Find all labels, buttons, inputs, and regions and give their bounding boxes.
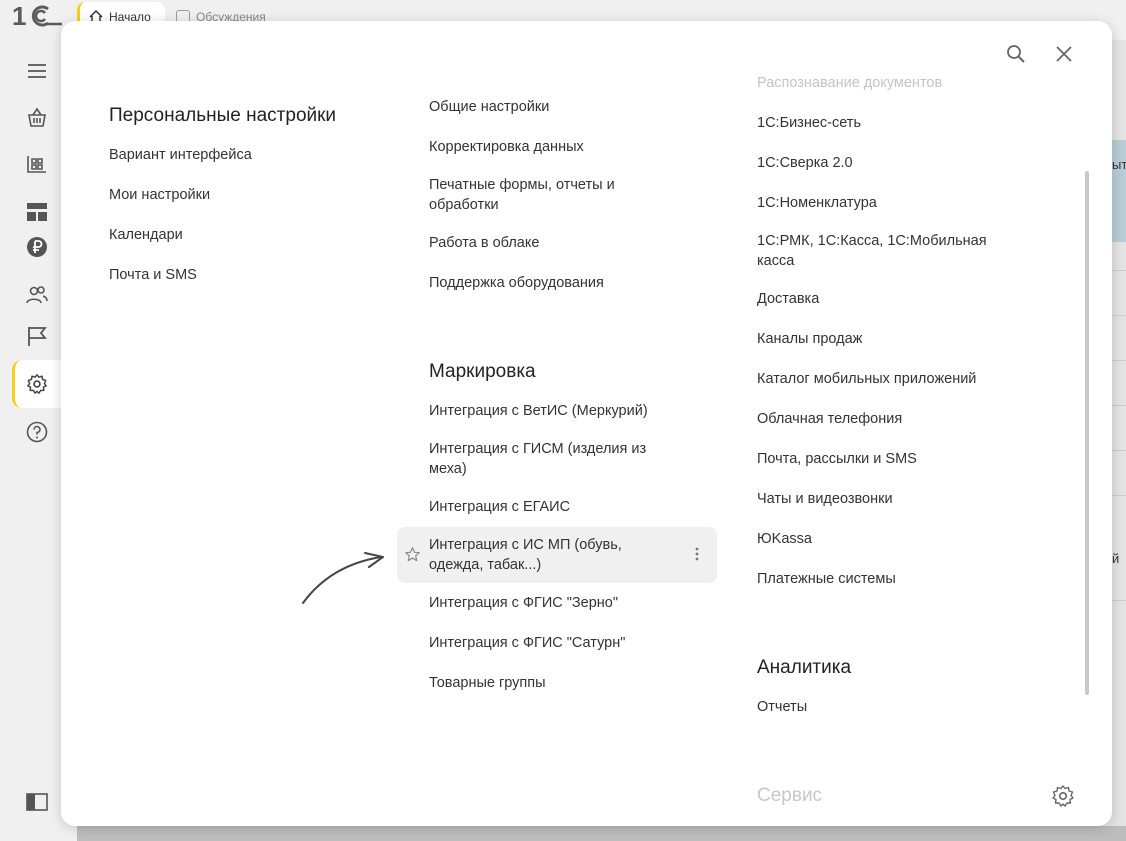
menu-item[interactable]: Корректировка данных bbox=[429, 137, 679, 157]
flag-icon[interactable] bbox=[24, 323, 50, 349]
star-icon[interactable] bbox=[404, 546, 421, 563]
menu-item[interactable]: Товарные группы bbox=[429, 673, 679, 693]
menu-item[interactable]: Платежные системы bbox=[757, 569, 1027, 589]
menu-item[interactable]: 1С:Номенклатура bbox=[757, 193, 1027, 213]
menu-item[interactable]: Работа в облаке bbox=[429, 233, 679, 253]
menu-item[interactable]: Вариант интерфейса bbox=[109, 145, 389, 165]
background-header-band bbox=[1110, 140, 1126, 242]
menu-item[interactable]: Печатные формы, отчеты и обработки bbox=[429, 175, 639, 215]
search-icon[interactable] bbox=[1003, 41, 1029, 67]
warehouse-icon[interactable] bbox=[24, 152, 50, 178]
menu-item[interactable]: Календари bbox=[109, 225, 389, 245]
menu-item[interactable]: 1С:Сверка 2.0 bbox=[757, 153, 1027, 173]
help-icon[interactable] bbox=[24, 419, 50, 445]
menu-item[interactable]: Отчеты bbox=[757, 697, 1027, 717]
menu-item[interactable]: Поддержка оборудования bbox=[429, 273, 679, 293]
menu-item[interactable]: 1С:Бизнес-сеть bbox=[757, 113, 1027, 133]
background-footer bbox=[77, 826, 1126, 841]
background-divider bbox=[1110, 495, 1126, 496]
menu-item[interactable]: Распознавание документов bbox=[757, 73, 1027, 93]
1c-logo-icon[interactable]: 1 bbox=[12, 3, 62, 29]
gear-icon[interactable] bbox=[24, 371, 50, 397]
arrow-pointer-icon bbox=[302, 552, 384, 604]
menu-item[interactable]: Интеграция с ФГИС "Сатурн" bbox=[429, 633, 679, 653]
users-icon[interactable] bbox=[24, 282, 50, 308]
background-divider bbox=[1110, 450, 1126, 451]
background-divider bbox=[1110, 315, 1126, 316]
close-icon[interactable] bbox=[1051, 41, 1077, 67]
section-heading-personal: Персональные настройки bbox=[109, 105, 337, 126]
menu-item[interactable]: Каналы продаж bbox=[757, 329, 1027, 349]
menu-item[interactable]: Мои настройки bbox=[109, 185, 389, 205]
menu-item[interactable]: 1С:РМК, 1С:Касса, 1С:Мобильная касса bbox=[757, 231, 1002, 271]
menu-item[interactable]: Интеграция с ФГИС "Зерно" bbox=[429, 593, 679, 613]
background-text-1: ыт bbox=[1112, 157, 1126, 172]
menu-item[interactable]: Общие настройки bbox=[429, 97, 679, 117]
menu-item[interactable]: Почта и SMS bbox=[109, 265, 389, 285]
menu-item[interactable]: Интеграция с ВетИС (Меркурий) bbox=[429, 401, 679, 421]
dashboard-icon[interactable] bbox=[24, 199, 50, 225]
ruble-icon[interactable] bbox=[24, 234, 50, 260]
basket-icon[interactable] bbox=[24, 105, 50, 131]
background-text-2: й bbox=[1112, 551, 1120, 566]
settings-gear-icon[interactable] bbox=[1051, 784, 1075, 808]
background-divider bbox=[1110, 600, 1126, 601]
section-heading-marking: Маркировка bbox=[429, 361, 536, 382]
menu-item[interactable]: Каталог мобильных приложений bbox=[757, 369, 1027, 389]
menu-item[interactable]: Интеграция с ЕГАИС bbox=[429, 497, 679, 517]
svg-text:1: 1 bbox=[12, 3, 26, 29]
menu-item[interactable]: Почта, рассылки и SMS bbox=[757, 449, 1027, 469]
background-divider bbox=[1110, 360, 1126, 361]
menu-item[interactable]: ЮKassa bbox=[757, 529, 1027, 549]
menu-item-hovered[interactable]: Интеграция с ИС МП (обувь, одежда, табак… bbox=[429, 535, 659, 575]
section-heading-service: Сервис bbox=[757, 785, 823, 806]
menu-item[interactable]: Облачная телефония bbox=[757, 409, 1027, 429]
background-divider bbox=[1110, 405, 1126, 406]
background-divider bbox=[1110, 270, 1126, 271]
menu-item[interactable]: Интеграция с ГИСМ (изделия из меха) bbox=[429, 439, 669, 479]
menu-item[interactable]: Доставка bbox=[757, 289, 1027, 309]
more-vertical-icon[interactable] bbox=[689, 546, 705, 562]
scrollbar[interactable] bbox=[1085, 171, 1089, 695]
menu-icon[interactable] bbox=[24, 58, 50, 84]
settings-modal: Персональные настройки Вариант интерфейс… bbox=[61, 21, 1112, 826]
menu-item[interactable]: Чаты и видеозвонки bbox=[757, 489, 1027, 509]
section-heading-analytics: Аналитика bbox=[757, 657, 852, 678]
panel-toggle-icon[interactable] bbox=[24, 789, 50, 815]
